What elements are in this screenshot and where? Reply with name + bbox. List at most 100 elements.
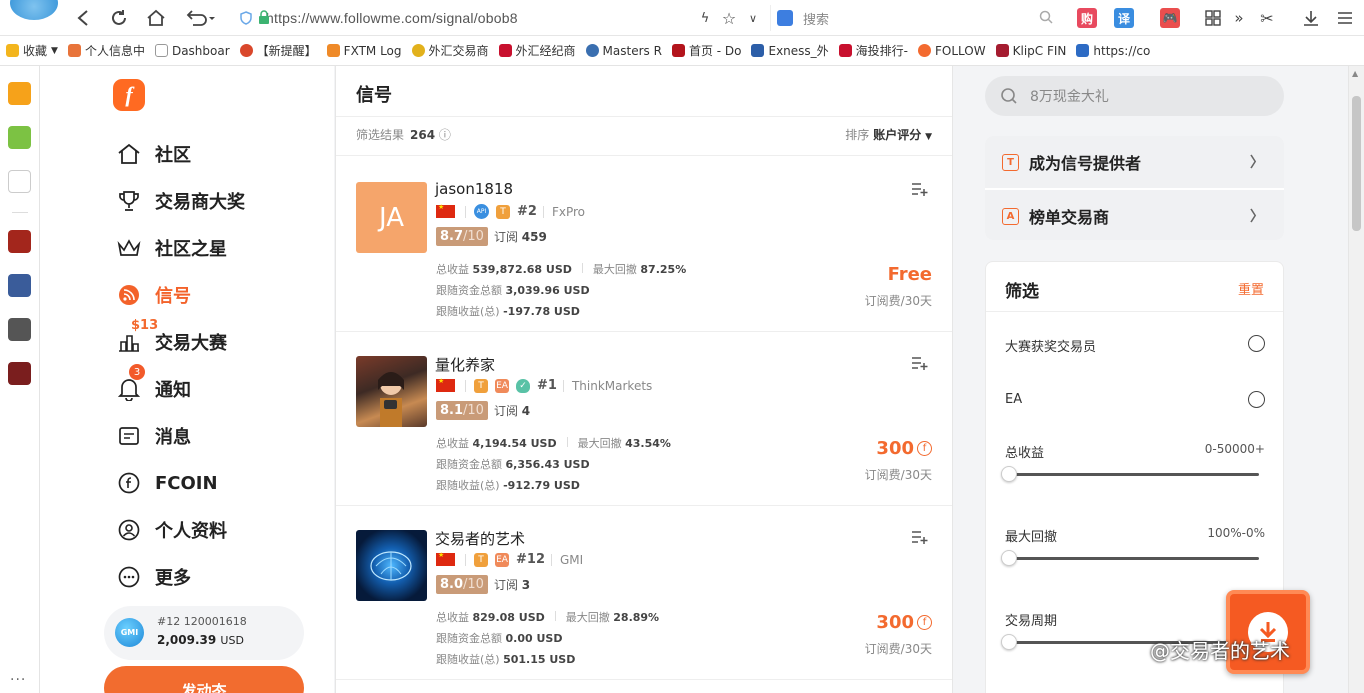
bookmark-favorites[interactable]: 收藏 ▼ [6,42,58,59]
bookmark-5[interactable]: 外汇交易商 [411,42,489,59]
bookmark-10[interactable]: 海投排行- [838,42,908,59]
range-slider[interactable] [1001,550,1259,566]
reset-button[interactable]: 重置 [1238,279,1264,298]
scissors-icon[interactable]: ✂ [1256,7,1278,29]
nav-notifications[interactable]: 通知 [115,374,191,404]
radio-button[interactable] [1248,391,1265,408]
nav-messages[interactable]: 消息 [115,421,191,451]
favorites-ext-icon[interactable] [8,82,31,105]
download-icon[interactable] [1300,7,1322,29]
slider-handle[interactable] [1001,634,1017,650]
chevron-right-icon: 〉 [1250,209,1264,225]
site-icon [751,44,765,57]
broker-logo: GMI [115,618,144,647]
avatar[interactable] [356,356,427,427]
star-icon[interactable]: ☆ [718,7,740,29]
score-row: 8.0/10 订阅 3 [436,575,530,594]
bookmark-11[interactable]: FOLLOW [918,44,986,58]
address-bar[interactable]: https://www.followme.com/signal/obob8 [232,5,762,31]
bookmark-3[interactable]: 【新提醒】 [239,42,317,59]
undo-icon[interactable] [183,7,217,29]
game-ext-icon[interactable] [8,318,31,341]
pdf-ext-icon[interactable] [8,170,31,193]
signal-name[interactable]: jason1818 [435,180,513,198]
game-ext-icon[interactable]: 🎮 [1160,8,1180,28]
bookmark-7[interactable]: Masters R [585,44,662,58]
double-chevron-icon[interactable]: » [1228,7,1250,29]
back-icon[interactable] [72,7,94,29]
site-icon [1076,44,1090,57]
bookmark-6[interactable]: 外汇经纪商 [498,42,576,59]
divider [12,212,28,213]
fcoin-icon: f [917,615,932,630]
filter-option-award-winners[interactable]: 大赛获奖交易员 [1005,335,1265,355]
ranking-brokers-link[interactable]: A 榜单交易商 〉 [985,190,1284,240]
avatar[interactable] [356,530,427,601]
game-ext-icon[interactable] [8,362,31,385]
nav-signals[interactable]: 信号 [115,280,191,310]
sort-dropdown[interactable]: 排序 账户评分 ▼ [845,126,932,143]
score-badge: 8.1/10 [436,401,488,420]
bookmark-8[interactable]: 首页 - Do [671,42,741,59]
bookmark-12[interactable]: KlipC FIN [995,44,1066,58]
translate-ext-icon[interactable]: 译 [1114,8,1134,28]
profile-avatar[interactable] [10,0,58,20]
site-search-input[interactable]: 8万现金大礼 [985,76,1284,116]
become-provider-link[interactable]: T 成为信号提供者 〉 [985,136,1284,188]
info-icon[interactable]: ⓘ [439,128,451,142]
search-icon [1001,88,1017,104]
radio-button[interactable] [1248,335,1265,352]
signal-name[interactable]: 量化养家 [435,354,495,375]
nav-community[interactable]: 社区 [115,139,191,169]
magnifier-icon[interactable] [1039,10,1054,25]
game-ext-icon[interactable] [8,230,31,253]
url-text: https://www.followme.com/signal/obob8 [266,10,518,26]
nav-profile[interactable]: 个人资料 [115,515,227,545]
scroll-up-icon[interactable]: ▲ [1352,69,1358,78]
signal-name[interactable]: 交易者的艺术 [435,528,525,549]
add-to-list-icon[interactable] [910,528,928,546]
search-bar[interactable]: 搜索 [770,5,1060,31]
signal-card[interactable]: 交易者的艺术 T EA #12 GMI 8.0/10 订阅 3 总收益 829.… [336,506,952,680]
chevron-down-icon[interactable]: ∨ [742,7,764,29]
avatar[interactable]: JA [356,182,427,253]
divider [542,205,544,218]
nav-community-stars[interactable]: 社区之星 [115,233,227,263]
game-ext-icon[interactable] [8,274,31,297]
signal-card[interactable]: 量化养家 T EA ✓ #1 ThinkMarkets 8.1/10 订阅 4 … [336,332,952,506]
nav-broker-awards[interactable]: 交易商大奖 [115,186,245,216]
filter-option-ea[interactable]: EA [1005,391,1265,408]
home-icon[interactable] [145,7,167,29]
range-slider[interactable] [1001,466,1259,482]
page-title: 信号 [356,85,392,106]
page-icon [154,44,168,57]
rss-icon [115,281,143,309]
slider-handle[interactable] [1001,550,1017,566]
add-to-list-icon[interactable] [910,180,928,198]
account-card[interactable]: GMI #12 120001618 2,009.39 USD [104,606,304,660]
scrollbar-thumb[interactable] [1352,96,1361,231]
signal-card[interactable]: JA jason1818 API T #2 FxPro 8.7/10 订阅 45… [336,158,952,332]
more-dots-icon[interactable]: ... [10,668,26,684]
page-scrollbar[interactable]: ▲ [1348,66,1364,693]
menu-icon[interactable] [1334,7,1356,29]
nav-fcoin[interactable]: FCOIN [115,468,218,498]
bookmark-2[interactable]: Dashboar [154,44,230,58]
clock-ext-icon[interactable] [8,126,31,149]
bookmark-9[interactable]: Exness_外 [751,42,829,59]
add-to-list-icon[interactable] [910,354,928,372]
slider-handle[interactable] [1001,466,1017,482]
nav-trading-contest[interactable]: 交易大赛 [115,327,227,357]
reload-icon[interactable] [108,7,130,29]
bookmark-1[interactable]: 个人信息中 [67,42,145,59]
bookmark-4[interactable]: FXTM Log [326,44,402,58]
lightning-icon[interactable]: ϟ [694,7,716,29]
followme-logo[interactable]: f [113,79,145,111]
publish-post-button[interactable]: 发动态 [104,666,304,693]
site-navigation: f 社区 交易商大奖 社区之星 信号 $13 交易大赛 通知 3 消息 FCOI… [40,66,334,693]
bookmark-13[interactable]: https://co [1076,44,1150,58]
nav-more[interactable]: 更多 [115,562,191,592]
apps-grid-icon[interactable] [1202,7,1224,29]
chevron-down-icon: ▼ [51,45,58,56]
shopping-ext-icon[interactable]: 购 [1077,8,1097,28]
